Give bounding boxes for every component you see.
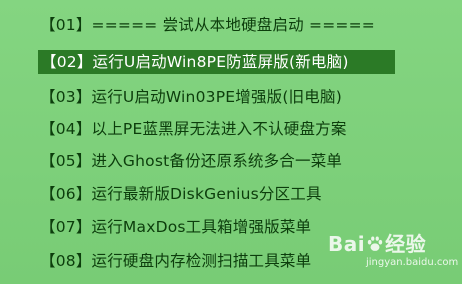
- baidu-jingyan-watermark: Bai 经验 jingyan.baidu.com: [328, 226, 458, 274]
- menu-item-05[interactable]: 【05】进入Ghost备份还原系统多合一菜单: [40, 149, 342, 173]
- baidu-paw-icon: [367, 236, 383, 251]
- watermark-logo-right: 经验: [385, 232, 427, 256]
- menu-item-04[interactable]: 【04】以上PE蓝黑屏无法进入不认硬盘方案: [40, 117, 347, 141]
- menu-item-07[interactable]: 【07】运行MaxDos工具箱增强版菜单: [40, 215, 311, 239]
- menu-item-08[interactable]: 【08】运行硬盘内存检测扫描工具菜单: [40, 249, 311, 273]
- menu-item-01[interactable]: 【01】===== 尝试从本地硬盘启动 =====: [40, 13, 375, 37]
- watermark-logo-left: Bai: [328, 232, 366, 256]
- menu-item-03[interactable]: 【03】运行U启动Win03PE增强版(旧电脑): [40, 85, 342, 109]
- menu-item-06[interactable]: 【06】运行最新版DiskGenius分区工具: [40, 182, 322, 206]
- watermark-url: jingyan.baidu.com: [366, 257, 459, 268]
- boot-menu-screen: 【01】===== 尝试从本地硬盘启动 ===== 【02】运行U启动Win8P…: [0, 0, 462, 284]
- watermark-logo: Bai 经验: [328, 228, 426, 257]
- menu-item-02-selected[interactable]: 【02】运行U启动Win8PE防蓝屏版(新电脑): [38, 50, 395, 74]
